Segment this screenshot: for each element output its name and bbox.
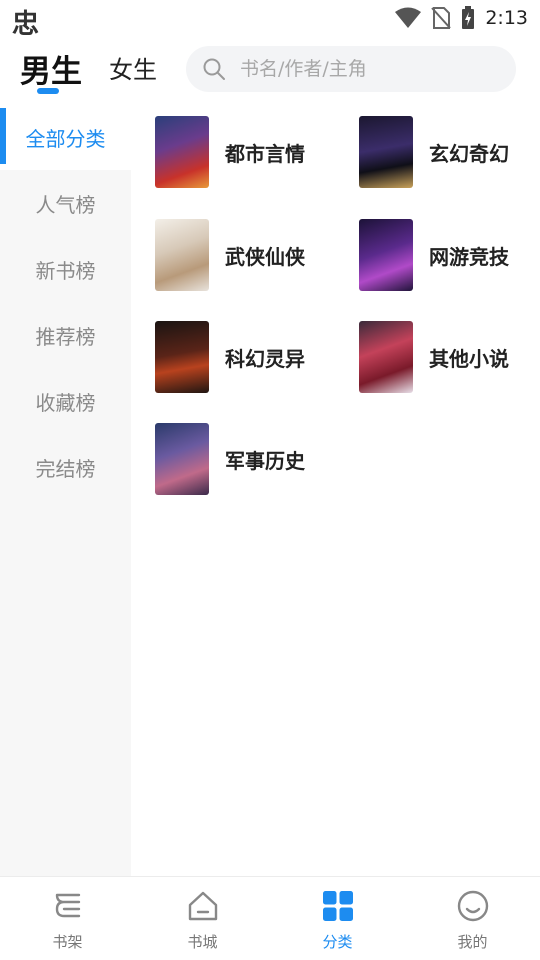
category-item[interactable]: 科幻灵异: [155, 321, 335, 393]
category-item[interactable]: 都市言情: [155, 116, 335, 188]
category-item[interactable]: 玄幻奇幻: [359, 116, 539, 188]
home-icon: [188, 891, 217, 921]
ranking-sidebar: 全部分类 人气榜 新书榜 推荐榜 收藏榜 完结榜: [0, 104, 131, 876]
category-cover-image: [359, 219, 413, 291]
nav-item-bookshelf[interactable]: 书架: [0, 877, 135, 960]
nav-item-categories[interactable]: 分类: [270, 877, 405, 960]
nav-label: 我的: [457, 933, 488, 951]
status-time: 2:13: [485, 7, 528, 29]
category-cover-image: [155, 321, 209, 393]
nav-label: 分类: [322, 933, 353, 951]
active-tab-indicator: [37, 88, 59, 94]
tab-female[interactable]: 女生: [109, 50, 157, 85]
category-label: 都市言情: [225, 141, 305, 166]
bottom-navigation: 书架 书城 分类 我的: [0, 876, 540, 960]
category-item[interactable]: 武侠仙侠: [155, 219, 335, 291]
nav-label: 书城: [187, 933, 218, 951]
header: 男生 女生: [0, 40, 540, 100]
app-notification-icon: 忠: [12, 9, 39, 40]
nav-item-bookstore[interactable]: 书城: [135, 877, 270, 960]
category-label: 科幻灵异: [225, 346, 305, 371]
no-sim-icon: [431, 7, 452, 29]
category-item[interactable]: 军事历史: [155, 423, 335, 495]
battery-charging-icon: [462, 6, 475, 29]
search-icon: [203, 58, 225, 80]
category-item[interactable]: 网游竞技: [359, 219, 539, 291]
sidebar-item-recommended[interactable]: 推荐榜: [0, 302, 131, 368]
wifi-icon: [395, 7, 422, 28]
sidebar-item-new-books[interactable]: 新书榜: [0, 236, 131, 302]
search-bar[interactable]: [186, 46, 516, 92]
category-cover-image: [359, 321, 413, 393]
sidebar-item-popular[interactable]: 人气榜: [0, 170, 131, 236]
sidebar-item-favorites[interactable]: 收藏榜: [0, 368, 131, 434]
category-label: 玄幻奇幻: [429, 141, 509, 166]
category-cover-image: [155, 219, 209, 291]
tab-male[interactable]: 男生: [20, 46, 82, 91]
search-input[interactable]: [240, 58, 500, 80]
smile-icon: [457, 890, 488, 922]
status-icons: 2:13: [395, 6, 528, 30]
nav-label: 书架: [52, 933, 83, 951]
category-cover-image: [155, 423, 209, 495]
category-item[interactable]: 其他小说: [359, 321, 539, 393]
category-label: 武侠仙侠: [225, 244, 305, 269]
category-cover-image: [359, 116, 413, 188]
grid-icon: [322, 891, 353, 921]
status-bar: 忠 2:13: [0, 0, 540, 40]
category-label: 军事历史: [225, 448, 305, 473]
category-label: 其他小说: [429, 346, 509, 371]
sidebar-item-completed[interactable]: 完结榜: [0, 434, 131, 500]
nav-item-profile[interactable]: 我的: [405, 877, 540, 960]
category-cover-image: [155, 116, 209, 188]
sidebar-item-all-categories[interactable]: 全部分类: [0, 104, 131, 170]
category-label: 网游竞技: [429, 244, 509, 269]
bookshelf-icon: [55, 893, 80, 918]
